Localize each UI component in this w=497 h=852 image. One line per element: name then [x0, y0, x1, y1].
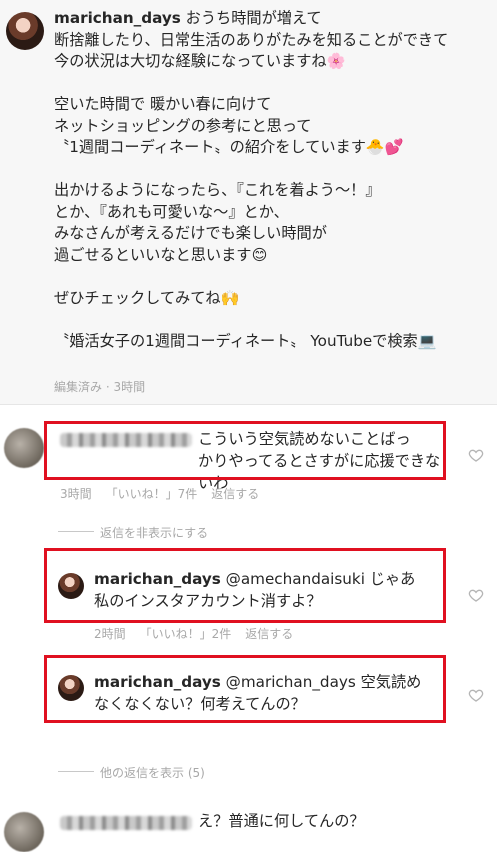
- post-line-11: 過ごせるといいなと思います😊: [54, 245, 268, 264]
- post-line-0: おうち時間が増えて: [185, 9, 322, 27]
- heart-icon[interactable]: [468, 587, 484, 603]
- comment-4-text: え？普通に何してんの？: [198, 810, 458, 832]
- post-line-8: 出かけるようになったら、『これを着よう〜！』: [54, 181, 381, 199]
- comment-1-time: 3時間: [60, 487, 92, 501]
- comment-2-likes[interactable]: 「いいね！」2件: [140, 625, 232, 642]
- comment-2-time: 2時間: [94, 627, 126, 641]
- post-line-2: 今の状況は大切な経験になっていますね🌸: [54, 52, 346, 70]
- post-line-15: 〝婚活女子の1週間コーディネート〟 YouTubeで検索💻: [54, 331, 437, 350]
- divider: [0, 404, 497, 405]
- thread-line: [58, 771, 94, 772]
- comment-4-body: え？普通に何してんの？: [198, 812, 365, 830]
- heart-icon[interactable]: [468, 447, 484, 463]
- highlight-box: [44, 421, 446, 480]
- thread-line: [58, 531, 94, 532]
- comment-1-reply-button[interactable]: 返信する: [211, 485, 259, 502]
- post-line-10: みなさんが考えるだけでも楽しい時間が: [54, 224, 327, 242]
- comment-1-likes[interactable]: 「いいね！」7件: [106, 485, 198, 502]
- post-line-13: ぜひチェックしてみてね🙌: [54, 288, 240, 307]
- post-meta: 編集済み · 3時間: [54, 380, 146, 394]
- post-line-9: とか、『あれも可愛いな〜』とか、: [54, 202, 289, 221]
- commenter-avatar[interactable]: [4, 812, 44, 852]
- post-text: marichan_days おうち時間が増えて 断捨離したり、日常生活のありがた…: [54, 8, 486, 352]
- comment-1-meta: 3時間 「いいね！」7件 返信する: [60, 485, 259, 502]
- comment-2-reply-button[interactable]: 返信する: [245, 625, 293, 642]
- highlight-box: [44, 548, 446, 623]
- poster-avatar[interactable]: [6, 12, 44, 50]
- highlight-box: [44, 655, 446, 723]
- hide-replies-button[interactable]: 返信を非表示にする: [100, 524, 208, 541]
- commenter-avatar[interactable]: [4, 428, 44, 468]
- post-line-1: 断捨離したり、日常生活のありがたみを知ることができて: [54, 30, 449, 49]
- comment-2-meta: 2時間 「いいね！」2件 返信する: [94, 625, 293, 642]
- post-line-6: 〝1週間コーディネート〟の紹介をしています🐣💕: [54, 138, 404, 156]
- post-line-4: 空いた時間で 暖かい春に向けて: [54, 95, 272, 113]
- heart-icon[interactable]: [468, 687, 484, 703]
- post-line-5: ネットショッピングの参考にと思って: [54, 116, 312, 135]
- show-more-replies-button[interactable]: 他の返信を表示 (5): [100, 764, 205, 781]
- blurred-username: [60, 816, 192, 830]
- post-username[interactable]: marichan_days: [54, 9, 181, 27]
